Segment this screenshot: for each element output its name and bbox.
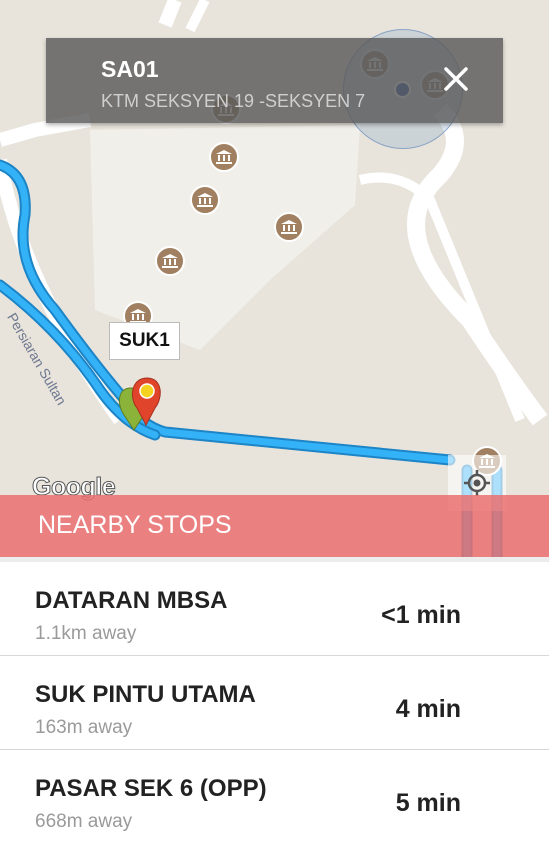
museum-icon[interactable] <box>155 246 185 276</box>
stop-distance: 163m away <box>35 717 133 738</box>
nearby-stops-title: NEARBY STOPS <box>38 511 232 539</box>
museum-icon[interactable] <box>209 142 239 172</box>
close-icon[interactable] <box>441 64 471 94</box>
route-info-card[interactable]: SA01 KTM SEKSYEN 19 -SEKSYEN 7 <box>46 38 503 123</box>
nearby-stops-list: DATARAN MBSA 1.1km away <1 min SUK PINTU… <box>0 562 549 844</box>
stop-distance: 1.1km away <box>35 623 137 644</box>
stop-name: DATARAN MBSA <box>35 587 228 614</box>
marker-label[interactable]: SUK1 <box>109 322 180 360</box>
map-view[interactable]: Persiaran Sultan SUK1 SA01 KTM SEKSYEN 1… <box>0 0 549 557</box>
stop-distance: 668m away <box>35 811 133 832</box>
stop-eta: 4 min <box>395 695 461 723</box>
list-footer-space <box>0 841 549 857</box>
stop-name: SUK PINTU UTAMA <box>35 681 256 708</box>
museum-icon[interactable] <box>274 212 304 242</box>
stop-name: PASAR SEK 6 (OPP) <box>35 775 267 802</box>
route-title: SA01 <box>101 56 159 82</box>
stop-list-item[interactable]: PASAR SEK 6 (OPP) 668m away 5 min <box>0 750 549 844</box>
stop-list-item[interactable]: SUK PINTU UTAMA 163m away 4 min <box>0 656 549 750</box>
stop-eta: <1 min <box>381 601 461 629</box>
nearby-stops-header: NEARBY STOPS <box>0 495 549 557</box>
stop-eta: 5 min <box>395 789 461 817</box>
route-subtitle: KTM SEKSYEN 19 -SEKSYEN 7 <box>101 91 366 111</box>
museum-icon[interactable] <box>190 185 220 215</box>
stop-list-item[interactable]: DATARAN MBSA 1.1km away <1 min <box>0 562 549 656</box>
